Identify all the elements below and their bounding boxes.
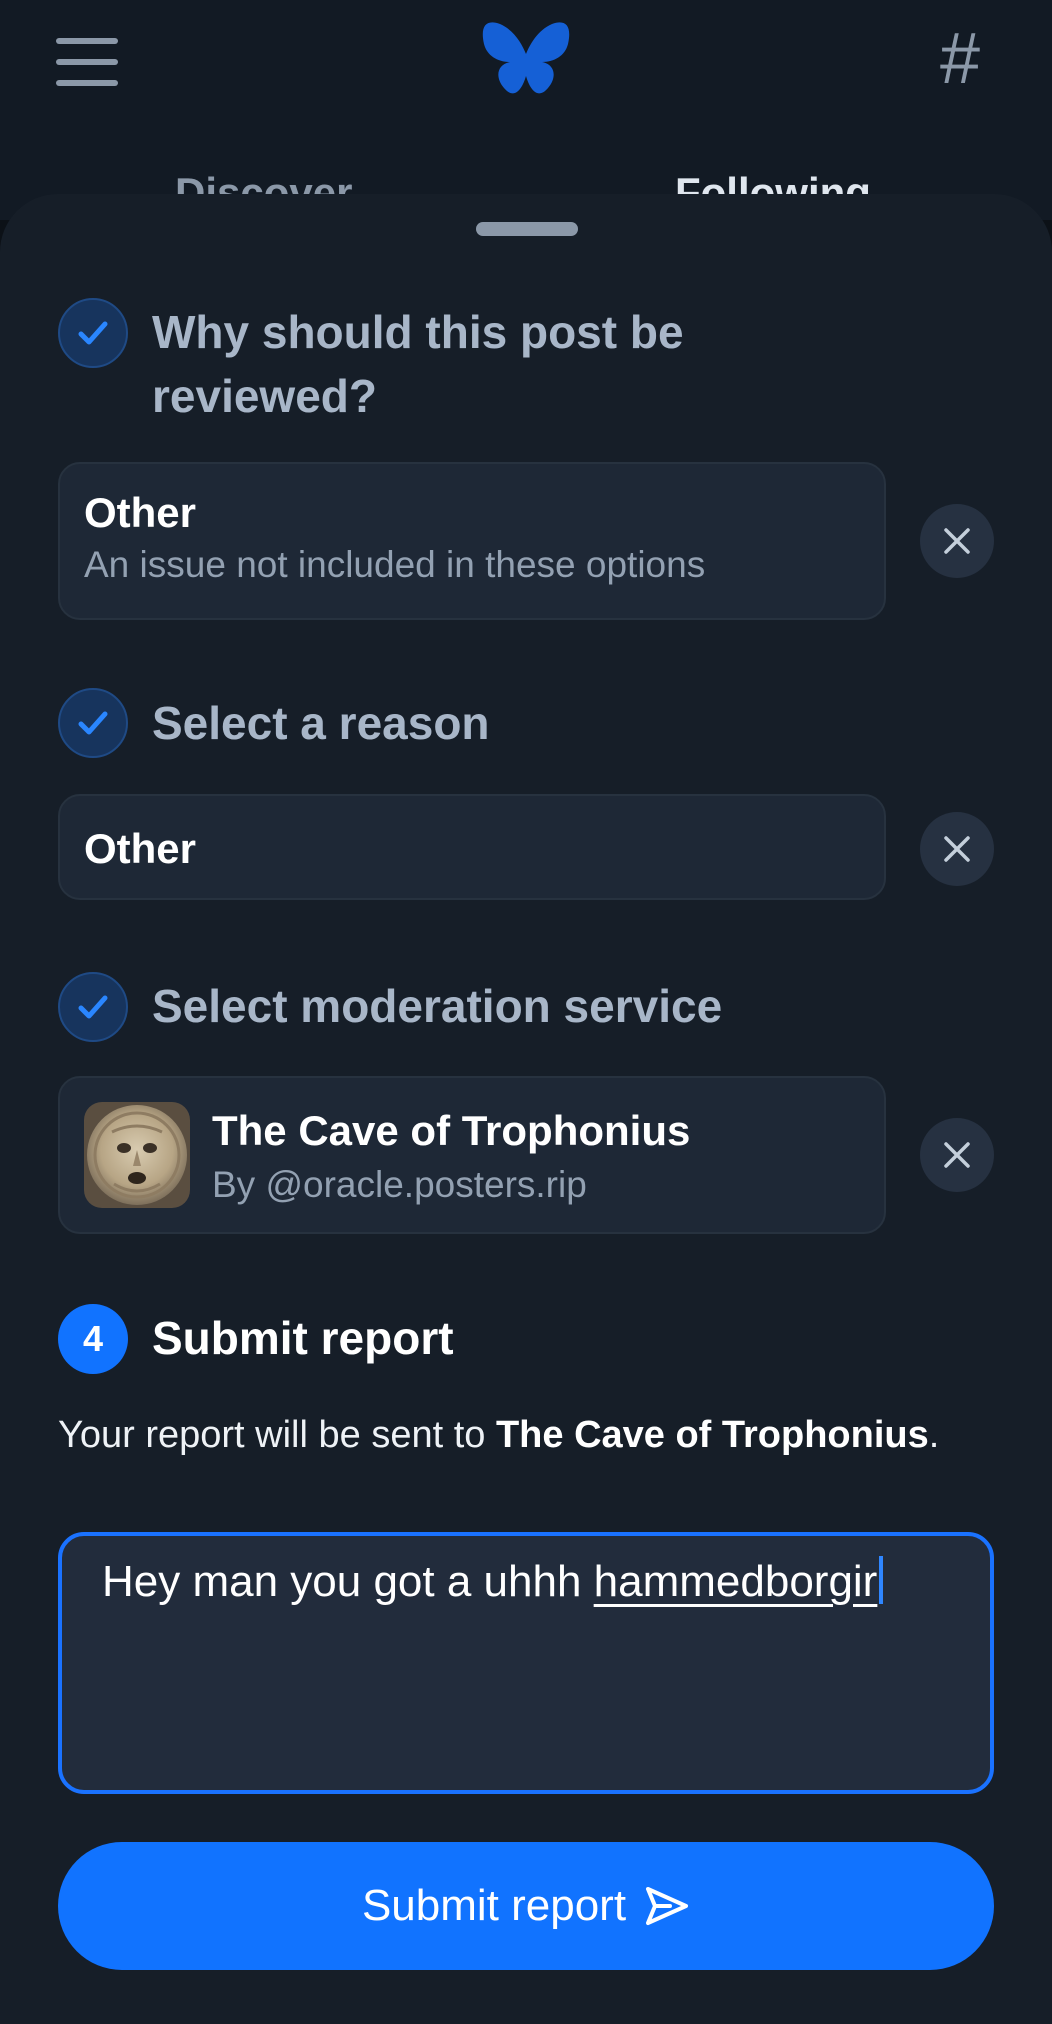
report-destination-note: Your report will be sent to The Cave of … [58,1410,958,1460]
report-details-input[interactable]: Hey man you got a uhhh hammedborgir [58,1532,994,1794]
report-text-current-word: hammedborgir [593,1557,878,1606]
reason-category-description: An issue not included in these options [84,544,706,585]
step-1-check [58,298,128,368]
reason-category-title: Other [84,489,197,536]
step-4-number: 4 [58,1304,128,1374]
step-1-title: Why should this post be reviewed? [152,306,684,422]
step-3-check [58,972,128,1042]
clear-reason-category-button[interactable] [920,504,994,578]
reason-card[interactable]: Other [58,794,886,900]
moderation-service-card[interactable]: The Cave of Trophonius By @oracle.poster… [58,1076,886,1234]
check-icon [78,321,108,345]
step-2-title: Select a reason [152,697,490,749]
check-icon [78,711,108,735]
note-prefix: Your report will be sent to [58,1414,496,1456]
app-header: # Discover Following [0,0,1052,220]
step-2-check [58,688,128,758]
reason-category-card[interactable]: Other An issue not included in these opt… [58,462,886,620]
note-service-name: The Cave of Trophonius [495,1414,929,1456]
clear-moderation-service-button[interactable] [920,1118,994,1192]
close-icon [944,528,970,554]
service-avatar [84,1102,190,1208]
service-handle: By @oracle.posters.rip [212,1164,587,1205]
sheet-grabber[interactable] [476,222,578,236]
step-3-title: Select moderation service [152,980,723,1032]
step-4-title: Submit report [152,1312,454,1364]
reason-title: Other [84,825,197,872]
menu-icon[interactable] [56,38,118,86]
clear-reason-button[interactable] [920,812,994,886]
submit-report-label: Submit report [361,1881,627,1930]
close-icon [944,1142,970,1168]
report-sheet: Why should this post be reviewed? Other … [0,194,1052,2024]
butterfly-logo-icon[interactable] [480,20,572,100]
send-icon [646,1887,689,1925]
service-name: The Cave of Trophonius [212,1107,691,1154]
report-text: Hey man you got a uhhh [102,1557,594,1606]
close-icon [944,836,970,862]
check-icon [78,995,108,1019]
hashtag-icon[interactable]: # [930,23,990,95]
submit-report-button[interactable]: Submit report [58,1842,994,1970]
note-suffix: . [928,1414,940,1456]
text-caret [879,1556,884,1604]
